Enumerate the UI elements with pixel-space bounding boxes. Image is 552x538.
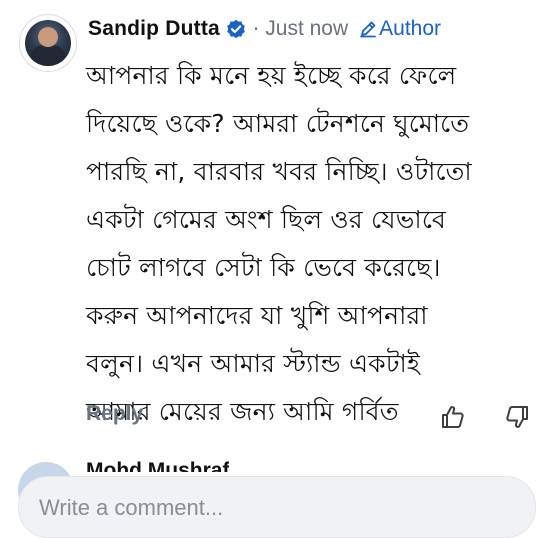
next-comment-author-name: Mohd Mushraf (86, 461, 229, 472)
comment-line: পারছি না, বারবার খবর নিচ্ছি। ওটাতো (86, 157, 472, 186)
comment-line: করুন আপনাদের যা খুশি আপনারা (86, 301, 428, 330)
comment-line: চোট লাগবে সেটা কি ভেবে করেছে। (86, 253, 441, 282)
reply-button[interactable]: Reply (86, 402, 143, 426)
avatar-image (25, 20, 71, 66)
author-avatar[interactable] (20, 15, 76, 71)
next-comment-author[interactable]: Mohd Mushraf (86, 461, 229, 472)
comment-line: দিয়েছে ওকে? আমরা টেনশনে ঘুমোতে (86, 109, 470, 138)
comment-line: একটা গেমের অংশ ছিল ওর যেভাবে (86, 205, 446, 234)
author-name[interactable]: Sandip Dutta (88, 17, 220, 41)
pencil-icon (359, 20, 377, 38)
comment-line: আমার মেয়ের জন্য আমি গর্বিত (86, 397, 399, 426)
comment-composer[interactable] (18, 476, 536, 538)
comment-input[interactable] (37, 490, 511, 526)
header-separator: · (252, 17, 260, 41)
author-badge: Author (379, 17, 442, 40)
comment-text: আপনার কি মনে হয় ইচ্ছে করে ফেলে দিয়েছে … (86, 52, 548, 436)
comment-line: বলুন। এখন আমার স্ট্যান্ড একটাই (86, 349, 421, 378)
comment-line: আপনার কি মনে হয় ইচ্ছে করে ফেলে (86, 61, 457, 90)
thumbs-down-icon[interactable] (505, 404, 529, 430)
comment-timestamp[interactable]: Just now (265, 17, 348, 41)
thumbs-up-icon[interactable] (441, 404, 465, 430)
verified-badge-icon (226, 19, 246, 39)
comment-header: Sandip Dutta · Just now Author (88, 14, 441, 44)
